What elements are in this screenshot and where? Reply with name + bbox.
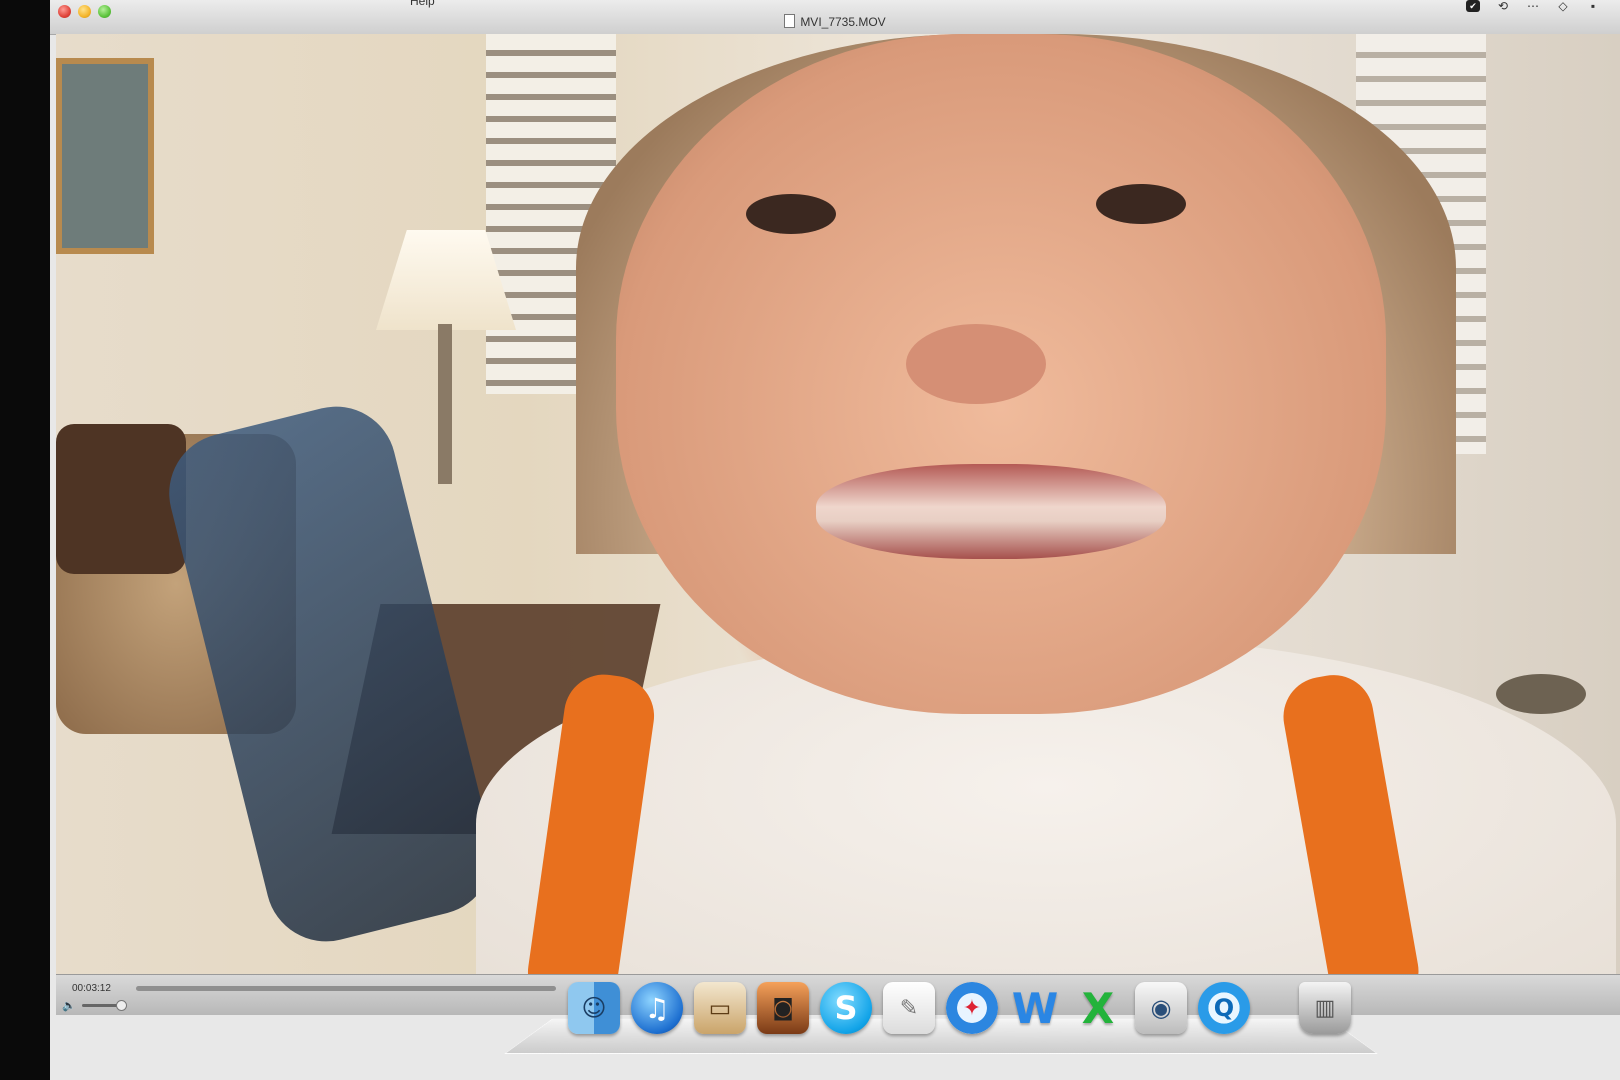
timecode: 00:03:12	[72, 983, 111, 994]
trash-icon[interactable]: ▥	[1299, 982, 1351, 1034]
iphoto-icon[interactable]: ◙	[757, 982, 809, 1034]
dock: ☺ ♫ ▭ ◙ S ✎ ✦ W X ◉ Q ▥	[568, 964, 1351, 1034]
excel-icon[interactable]: X	[1072, 982, 1124, 1034]
wifi-icon[interactable]: ◇	[1556, 0, 1570, 12]
window-title: MVI_7735.MOV	[50, 14, 1620, 29]
right-eye	[1096, 184, 1186, 224]
lamp-base	[438, 324, 452, 484]
sync-icon[interactable]: ⋯	[1526, 0, 1540, 12]
volume-slider[interactable]	[82, 1004, 120, 1007]
smile	[816, 464, 1166, 559]
wall-painting	[56, 58, 154, 254]
speaker-icon[interactable]: 🔈	[62, 999, 76, 1012]
screen: Help MVI_7735.MOV ✔ ⟲ ⋯ ◇ ▪ 00:03:12 🔈 ☺…	[50, 0, 1620, 1080]
preview-icon[interactable]: ◉	[1135, 982, 1187, 1034]
finder-icon[interactable]: ☺	[568, 982, 620, 1034]
floor-lamp-base	[1496, 674, 1586, 714]
left-eye	[746, 194, 836, 234]
time-machine-icon[interactable]: ⟲	[1496, 0, 1510, 12]
textedit-icon[interactable]: ✎	[883, 982, 935, 1034]
word-icon[interactable]: W	[1009, 982, 1061, 1034]
skype-icon[interactable]: S	[820, 982, 872, 1034]
document-icon	[784, 14, 796, 28]
keynote-icon[interactable]: ▭	[694, 982, 746, 1034]
flag-icon[interactable]: ▪	[1586, 0, 1600, 12]
window-title-text: MVI_7735.MOV	[800, 15, 886, 29]
menu-item-help[interactable]: Help	[410, 0, 435, 8]
itunes-icon[interactable]: ♫	[631, 982, 683, 1034]
window-titlebar[interactable]: Help MVI_7735.MOV ✔ ⟲ ⋯ ◇ ▪	[50, 0, 1620, 35]
menubar-extras: ✔ ⟲ ⋯ ◇ ▪	[1466, 0, 1600, 14]
pillow	[56, 424, 186, 574]
nose	[906, 324, 1046, 404]
quicktime-icon[interactable]: Q	[1198, 982, 1250, 1034]
scrubber-track[interactable]	[136, 986, 556, 991]
volume-knob[interactable]	[116, 1000, 127, 1011]
video-frame[interactable]	[56, 34, 1620, 1014]
shield-check-icon[interactable]: ✔	[1466, 0, 1480, 12]
safari-icon[interactable]: ✦	[946, 982, 998, 1034]
